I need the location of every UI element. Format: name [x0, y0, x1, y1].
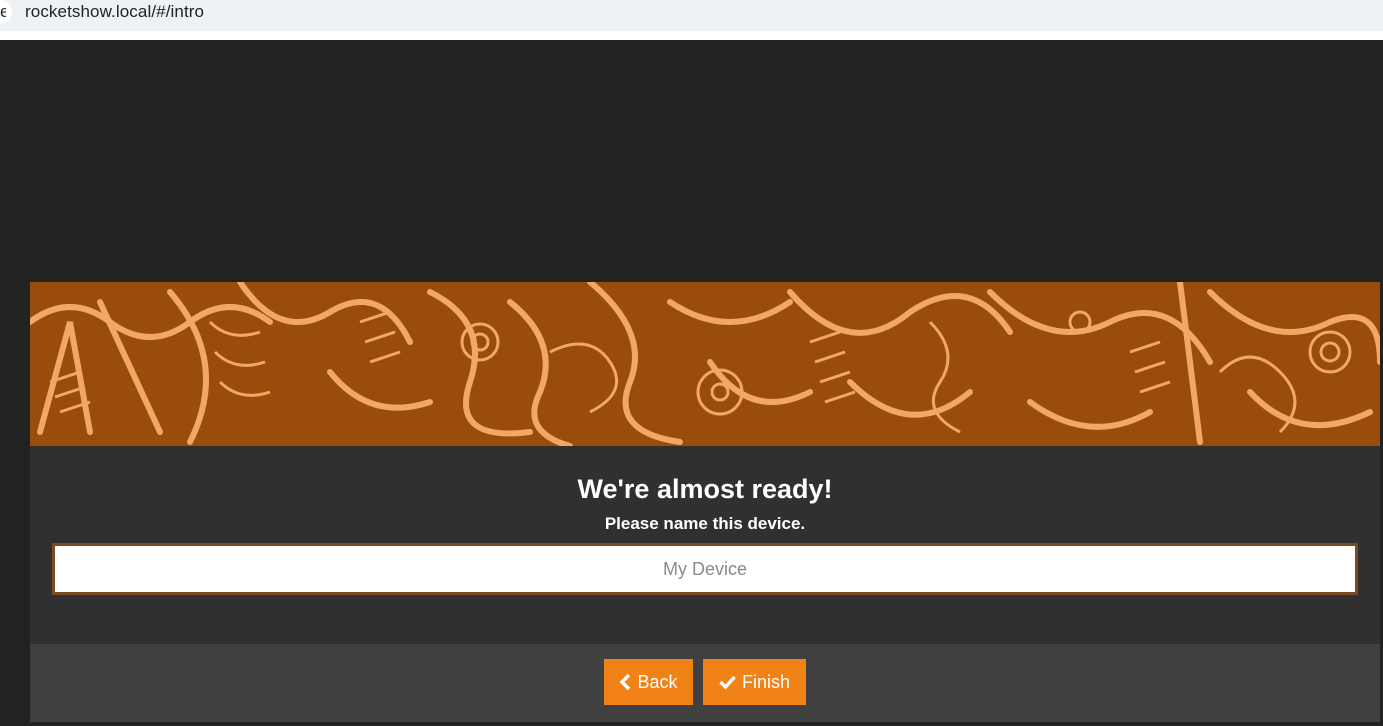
dialog-body: We're almost ready! Please name this dev… [30, 446, 1380, 644]
address-bar-fragment: e [0, 2, 6, 21]
dialog-subtitle: Please name this device. [604, 514, 806, 533]
address-bar-url[interactable]: rocketshow.local/#/intro [25, 2, 204, 22]
doodle-pattern-icon [30, 282, 1380, 446]
finish-button-label: Finish [741, 671, 790, 692]
dialog-footer: Back Finish [30, 644, 1380, 722]
back-button-label: Back [637, 671, 678, 692]
device-name-input[interactable] [52, 543, 1358, 595]
browser-divider [0, 31, 1383, 40]
intro-dialog: We're almost ready! Please name this dev… [30, 282, 1380, 722]
chevron-left-icon [619, 674, 631, 690]
finish-button[interactable]: Finish [703, 659, 806, 705]
browser-address-bar[interactable]: e rocketshow.local/#/intro [0, 0, 1383, 31]
app-background: We're almost ready! Please name this dev… [0, 40, 1383, 726]
back-button[interactable]: Back [604, 659, 693, 705]
decorative-banner [30, 282, 1380, 446]
checkmark-icon [719, 675, 736, 689]
dialog-title: We're almost ready! [577, 474, 833, 504]
